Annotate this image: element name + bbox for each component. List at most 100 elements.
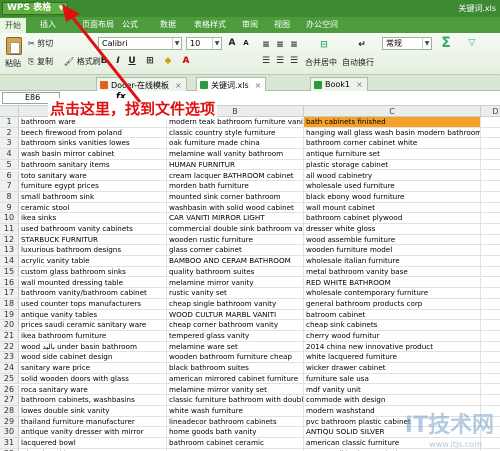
row-number[interactable]: 13: [0, 245, 19, 257]
wps-app-menu-button[interactable]: WPS 表格 ▼: [2, 2, 68, 15]
row-number[interactable]: 9: [0, 202, 19, 214]
row-number[interactable]: 27: [0, 395, 19, 406]
cell-b[interactable]: mounted sink corner bathroom: [167, 191, 304, 203]
row-number[interactable]: 10: [0, 213, 19, 224]
tab-review[interactable]: 审阅: [242, 19, 258, 30]
merge-center-button[interactable]: 合并居中: [305, 57, 337, 68]
tab-view[interactable]: 视图: [274, 19, 290, 30]
cell-c[interactable]: wicker drawer cabinet: [304, 363, 481, 374]
font-size-select[interactable]: 10 ▼: [186, 37, 222, 50]
cell-d[interactable]: [481, 299, 500, 310]
cell-d[interactable]: [481, 128, 500, 139]
row-number[interactable]: 15: [0, 266, 19, 278]
cell-d[interactable]: [481, 320, 500, 331]
cell-a[interactable]: small bathroom sink: [19, 191, 167, 203]
cell-b[interactable]: melamine mirror vanity: [167, 277, 304, 289]
cell-a[interactable]: antique vanity dresser with mirror: [19, 427, 167, 438]
cell-d[interactable]: [481, 374, 500, 385]
cell-b[interactable]: rustic vanity set: [167, 288, 304, 299]
cell-a[interactable]: custom glass bathroom sinks: [19, 266, 167, 278]
column-header-d[interactable]: D: [481, 106, 500, 117]
cell-c[interactable]: all wood cabinetry: [304, 170, 481, 182]
cell-c[interactable]: mdf vanity unit: [304, 384, 481, 396]
font-color-icon[interactable]: A: [180, 55, 192, 67]
cell-d[interactable]: [481, 138, 500, 150]
cell-a[interactable]: bathroom sanitary items: [19, 159, 167, 171]
cell-b[interactable]: american mirrored cabinet furniture: [167, 373, 304, 385]
cell-c[interactable]: wood assemble furniture: [304, 234, 481, 246]
row-number[interactable]: 28: [0, 405, 19, 417]
close-icon[interactable]: ×: [255, 81, 262, 90]
row-number[interactable]: 26: [0, 384, 19, 396]
cell-d[interactable]: [481, 278, 500, 289]
cell-a[interactable]: lowes double sink vanity: [19, 405, 167, 417]
cell-a[interactable]: furniture egypt prices: [19, 181, 167, 192]
cell-a[interactable]: prices saudi ceramic sanitary ware: [19, 320, 167, 331]
cell-a[interactable]: bathroom vanity/bathroom cabinet: [19, 288, 167, 299]
cell-c[interactable]: white lacquered furniture: [304, 352, 481, 364]
cell-b[interactable]: black bathroom suites: [167, 363, 304, 374]
cell-c[interactable]: commode with design: [304, 395, 481, 406]
cell-a[interactable]: bathroom cabinets, washbasins: [19, 395, 167, 406]
cell-c[interactable]: metal bathroom vanity base: [304, 266, 481, 278]
cell-b[interactable]: glass corner cabinet: [167, 245, 304, 257]
cell-b[interactable]: morden bath furniture: [167, 181, 304, 192]
cell-b[interactable]: melamine wall vanity bathroom: [167, 149, 304, 160]
row-number[interactable]: 3: [0, 138, 19, 150]
row-number[interactable]: 6: [0, 170, 19, 182]
close-icon[interactable]: ×: [356, 80, 363, 89]
row-number[interactable]: 2: [0, 127, 19, 139]
cell-c[interactable]: general bathroom products corp: [304, 298, 481, 310]
increase-font-icon[interactable]: A: [226, 37, 238, 49]
doc-tab-docer[interactable]: Docer-在线模板 ×: [96, 77, 187, 91]
row-number[interactable]: 24: [0, 363, 19, 374]
tab-office-space[interactable]: 办公空间: [306, 19, 338, 30]
cell-d[interactable]: [481, 224, 500, 235]
cell-a[interactable]: wood باليد under basin bathroom: [19, 341, 167, 353]
cell-d[interactable]: [481, 149, 500, 160]
number-format-select[interactable]: 常规 ▼: [382, 37, 432, 50]
cell-b[interactable]: cheap corner bathroom vanity: [167, 320, 304, 331]
cell-d[interactable]: [481, 213, 500, 224]
cell-d[interactable]: [481, 117, 500, 128]
row-number[interactable]: 21: [0, 331, 19, 342]
cell-b[interactable]: cream lacquer BATHROOM cabinet: [167, 170, 304, 182]
filter-icon[interactable]: ▽: [466, 37, 478, 49]
cell-a[interactable]: ikea bathroom furniture: [19, 331, 167, 342]
cell-c[interactable]: cherry wood furnitur: [304, 331, 481, 342]
cell-b[interactable]: melamine ware set: [167, 341, 304, 353]
cell-a[interactable]: bathroom sinks vanities lowes: [19, 138, 167, 150]
cell-a[interactable]: wood side cabinet design: [19, 352, 167, 364]
cell-c[interactable]: black ebony wood furniture: [304, 191, 481, 203]
cell-c[interactable]: cheap sink cabinets: [304, 320, 481, 331]
bold-icon[interactable]: B: [98, 55, 110, 67]
doc-tab-book1[interactable]: Book1 ×: [310, 77, 368, 91]
cell-b[interactable]: oak furniture made china: [167, 138, 304, 150]
cell-c[interactable]: wholesale contemporary furniture: [304, 288, 481, 299]
align-top-icon[interactable]: ≡: [260, 39, 272, 51]
cell-b[interactable]: WOOD CULTUR MARBL VANITI: [167, 309, 304, 321]
cut-button[interactable]: ✂ 剪切: [28, 38, 53, 49]
merge-center-icon[interactable]: ⊟: [318, 39, 330, 51]
align-middle-icon[interactable]: ≡: [274, 39, 286, 51]
cell-b[interactable]: home goods bath vanity: [167, 427, 304, 438]
copy-button[interactable]: ⎘ 复制: [28, 56, 53, 67]
row-number[interactable]: 1: [0, 117, 19, 128]
spreadsheet-grid[interactable]: A B C D 1bathroom waremodern teak bathro…: [0, 106, 500, 451]
cell-c[interactable]: wholesale italian furniture: [304, 256, 481, 267]
cell-a[interactable]: luxurious bathroom designs: [19, 245, 167, 257]
cell-c[interactable]: bathroom corner cabinet white: [304, 138, 481, 150]
cell-b[interactable]: HUMAN FURNITUR: [167, 159, 304, 171]
cell-d[interactable]: [481, 203, 500, 214]
cell-a[interactable]: ikea sinks: [19, 213, 167, 224]
cell-b[interactable]: classic furniture bathroom with double: [167, 395, 304, 406]
cell-d[interactable]: [481, 245, 500, 257]
cell-d[interactable]: [481, 288, 500, 299]
cell-a[interactable]: used counter tops manufacturers: [19, 298, 167, 310]
align-bottom-icon[interactable]: ≡: [288, 39, 300, 51]
cell-b[interactable]: lineadecor bathroom cabinets: [167, 416, 304, 428]
cell-d[interactable]: [481, 331, 500, 342]
cell-d[interactable]: [481, 438, 500, 449]
cell-a[interactable]: beech firewood from poland: [19, 127, 167, 139]
underline-icon[interactable]: U: [126, 55, 138, 67]
